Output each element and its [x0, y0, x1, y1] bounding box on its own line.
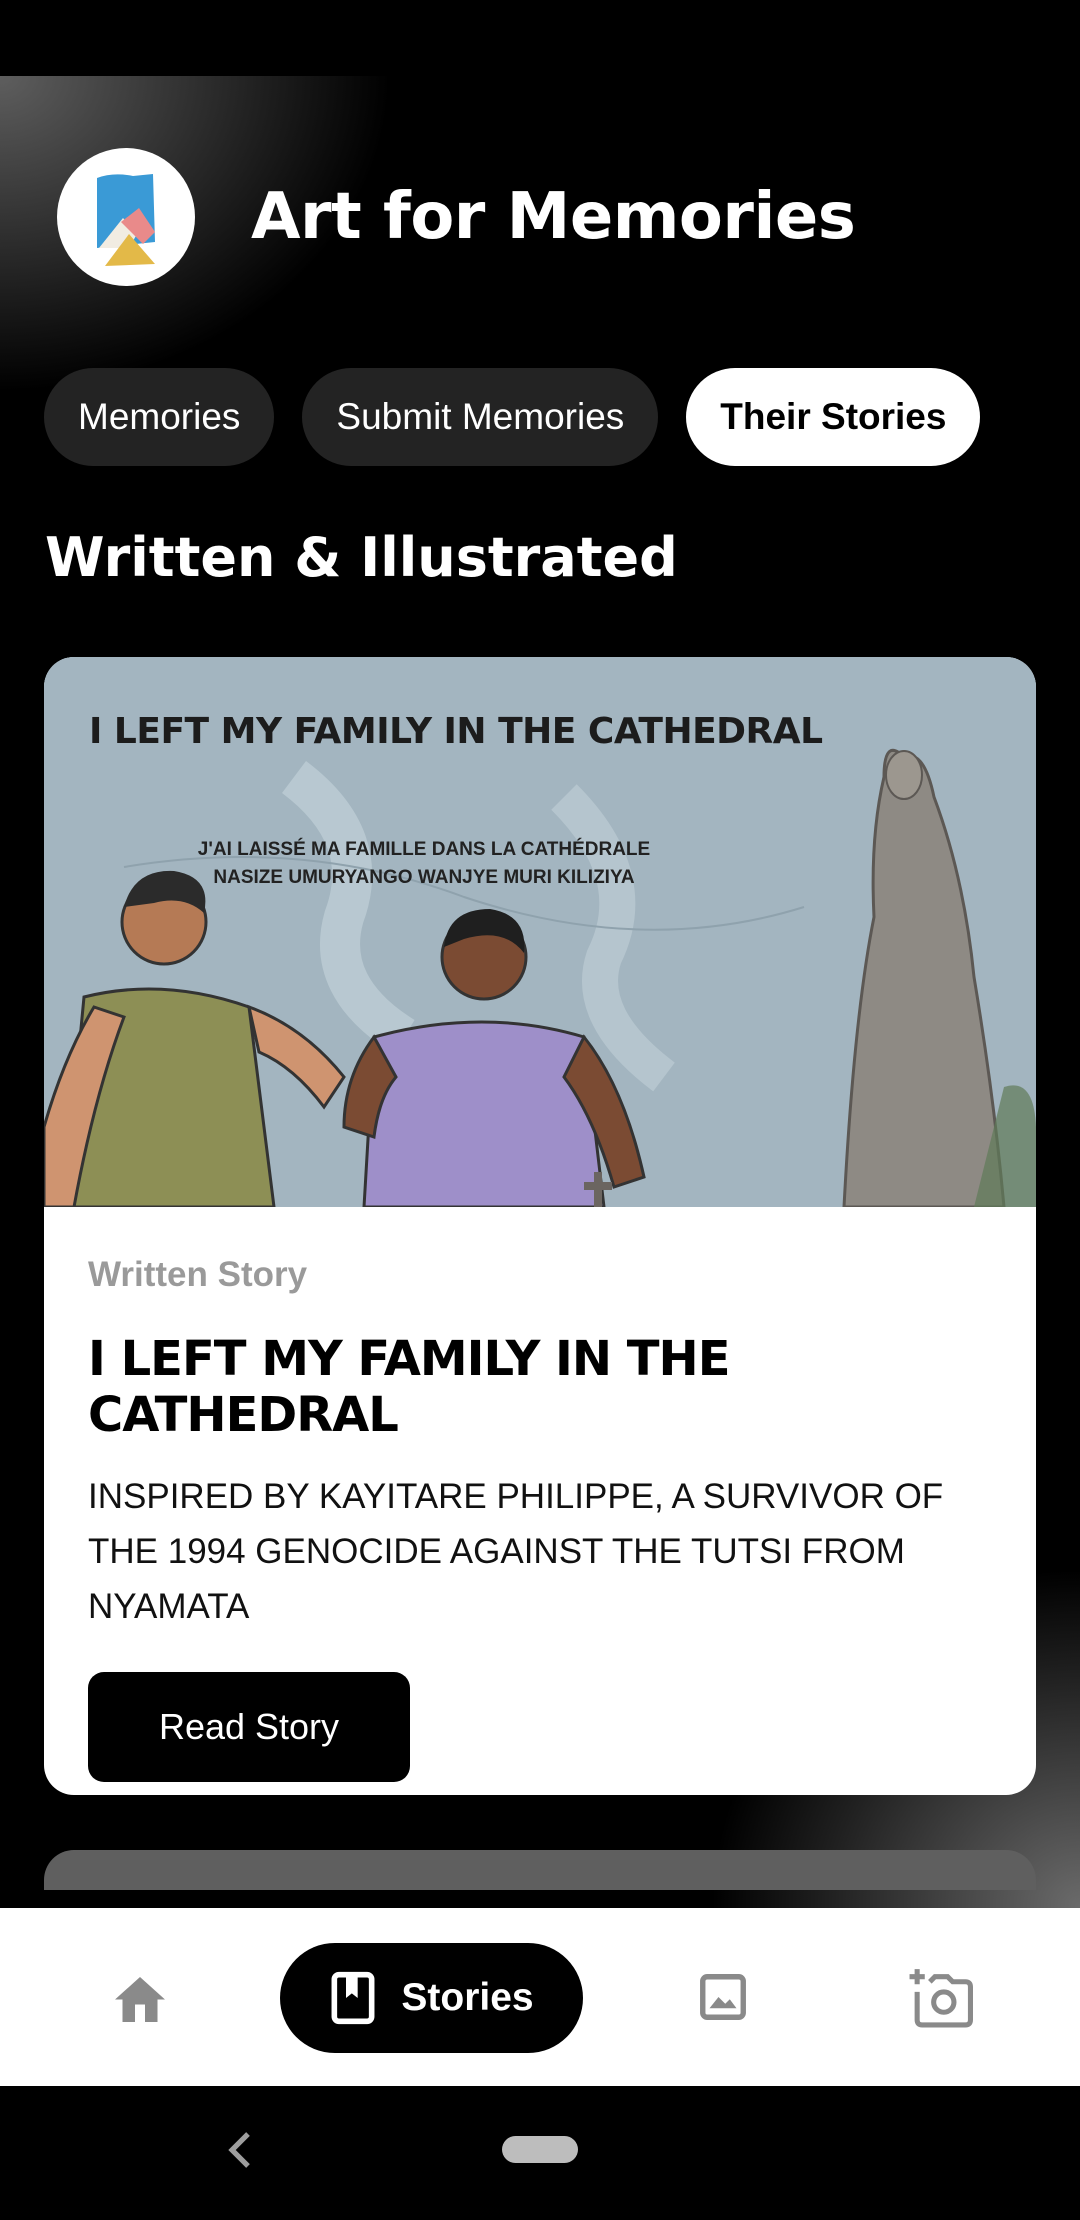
cover-subtitle-french: J'AI LAISSÉ MA FAMILLE DANS LA CATHÉDRAL… — [197, 839, 651, 860]
cover-title: I LEFT MY FAMILY IN THE CATHEDRAL — [89, 711, 823, 752]
home-icon — [115, 1977, 165, 2022]
app-logo — [57, 148, 195, 286]
status-bar — [0, 0, 1080, 76]
nav-add-photo[interactable] — [905, 1908, 975, 2086]
story-cover-image[interactable]: I LEFT MY FAMILY IN THE CATHEDRAL J'AI L… — [44, 657, 1036, 1207]
story-title: I LEFT MY FAMILY IN THE CATHEDRAL — [88, 1331, 731, 1443]
app-header: Art for Memories — [57, 148, 856, 286]
read-story-button[interactable]: Read Story — [88, 1672, 410, 1782]
cover-subtitle-kinyarwanda: NASIZE UMURYANGO WANJYE MURI KILIZIYA — [213, 867, 635, 888]
app-title: Art for Memories — [251, 180, 856, 254]
image-icon — [700, 1974, 746, 2020]
section-title: Written & Illustrated — [45, 526, 678, 589]
nav-home[interactable] — [100, 1908, 180, 2086]
tab-bar: Memories Submit Memories Their Stories — [44, 368, 981, 466]
story-type-label: Written Story — [88, 1255, 308, 1294]
add-photo-icon — [909, 1969, 973, 2028]
home-gesture-pill[interactable] — [502, 2136, 578, 2163]
nav-stories-label: Stories — [401, 1976, 534, 2019]
app-screen: Art for Memories Memories Submit Memorie… — [0, 76, 1080, 1908]
system-navigation-bar — [0, 2086, 1080, 2220]
story-description: INSPIRED BY KAYITARE PHILIPPE, A SURVIVO… — [88, 1477, 944, 1626]
book-icon — [331, 1971, 375, 2025]
nav-stories[interactable]: Stories — [280, 1943, 583, 2053]
bottom-navigation: Stories — [0, 1908, 1080, 2086]
art-for-memories-logo-icon — [97, 174, 155, 266]
tab-memories[interactable]: Memories — [44, 368, 275, 466]
tab-their-stories[interactable]: Their Stories — [686, 368, 981, 466]
nav-gallery[interactable] — [690, 1908, 756, 2086]
story-card: I LEFT MY FAMILY IN THE CATHEDRAL J'AI L… — [44, 657, 1036, 1795]
next-story-card-peek[interactable] — [44, 1850, 1036, 1890]
back-icon[interactable] — [226, 2130, 252, 2170]
story-card-body: Written Story I LEFT MY FAMILY IN THE CA… — [44, 1207, 1036, 1782]
tab-submit-memories[interactable]: Submit Memories — [302, 368, 659, 466]
